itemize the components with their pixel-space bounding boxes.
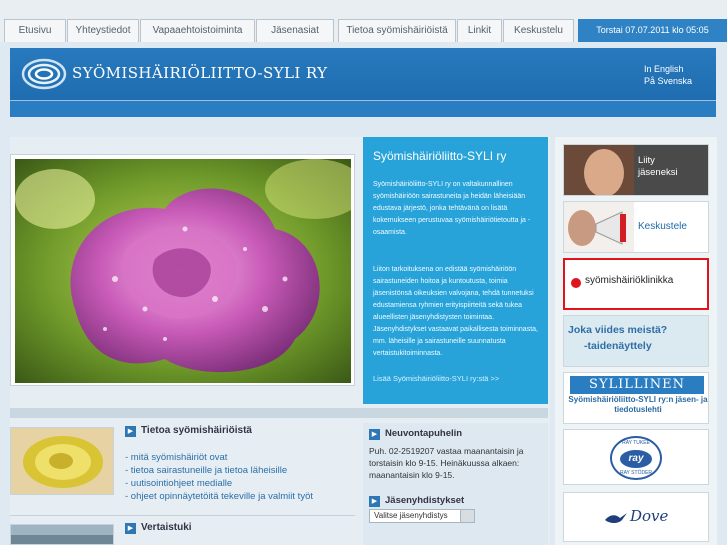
info-link-media[interactable]: - uutisointiohjeet medialle <box>125 478 232 489</box>
clinic-dot-icon <box>571 278 581 288</box>
tab-linkit[interactable]: Linkit <box>457 19 502 42</box>
news-box: ▶ Neuvontapuhelin Puh. 02-2519207 vastaa… <box>363 423 548 545</box>
logo-text[interactable]: SYÖMISHÄIRIÖLIITTO-SYLI RY <box>72 64 327 82</box>
section-title-peer[interactable]: Vertaistuki <box>141 522 192 533</box>
intro-paragraph-1: Syömishäiriöliitto-SYLI ry on valtakunna… <box>373 181 531 236</box>
section-arrow-icon: ▶ <box>369 496 380 507</box>
ray-top-text: RAY TUKEE <box>622 440 650 446</box>
info-link-what[interactable]: - mitä syömishäiriöt ovat <box>125 452 227 463</box>
ray-logo-icon: RAY TUKEE ray RAY STÖDER <box>610 436 662 480</box>
top-navigation: Etusivu Yhteystiedot Vapaaehtoistoiminta… <box>0 0 727 42</box>
megaphone-image <box>564 202 634 252</box>
ad-join-member[interactable]: Liity jäseneksi <box>563 144 709 196</box>
section-divider <box>10 408 548 418</box>
info-thumbnail[interactable] <box>10 427 114 495</box>
info-link-patients-relatives[interactable]: - tietoa sairastuneille ja tietoa läheis… <box>125 465 287 476</box>
tab-vapaaehtoistoiminta[interactable]: Vapaaehtoistoiminta <box>140 19 255 42</box>
section-arrow-icon: ▶ <box>369 429 380 440</box>
select-arrow-icon[interactable] <box>460 510 474 522</box>
member-associations-title: Jäsenyhdistykset <box>385 495 465 506</box>
section-title-info[interactable]: Tietoa syömishäiriöistä <box>141 425 252 436</box>
tab-jasenasiat[interactable]: Jäsenasiat <box>256 19 334 42</box>
ad-join-text: Liity jäseneksi <box>638 155 678 178</box>
yellow-flower-image <box>11 428 113 494</box>
header-strip <box>10 100 716 117</box>
language-link-english[interactable]: In English <box>644 64 684 74</box>
news-body: Puh. 02-2519207 vastaa maanantaisin ja t… <box>369 446 524 480</box>
member-association-select[interactable]: Valitse jäsenyhdistys <box>369 509 475 523</box>
ad-clinic-text: syömishäiriöklinikka <box>585 275 674 286</box>
woman-face-image <box>564 145 708 195</box>
site-header: SYÖMISHÄIRIÖLIITTO-SYLI RY In English På… <box>10 48 716 100</box>
logo-icon[interactable] <box>20 56 68 92</box>
ad-dove[interactable]: Dove <box>563 492 709 542</box>
tab-keskustelu[interactable]: Keskustelu <box>503 19 574 42</box>
ad-dove-text: Dove <box>630 507 669 525</box>
section-arrow-icon: ▶ <box>125 523 136 534</box>
peer-thumbnail[interactable] <box>10 524 114 545</box>
section-arrow-icon: ▶ <box>125 426 136 437</box>
intro-read-more-link[interactable]: Lisää Syömishäiriöliitto-SYLI ry:stä >> <box>373 374 499 383</box>
ray-bottom-text: RAY STÖDER <box>619 470 653 476</box>
ad-exhibition-line2: -taidenäyttely <box>584 340 652 352</box>
ray-mid-text: ray <box>620 450 652 468</box>
ad-exhibition-line1: Joka viides meistä? <box>568 324 668 336</box>
ad-art-exhibition[interactable]: Joka viides meistä? -taidenäyttely <box>563 315 709 367</box>
tab-etusivu[interactable]: Etusivu <box>4 19 66 42</box>
ad-discuss-text: Keskustele <box>638 221 687 232</box>
intro-paragraph-2: Liiton tarkoituksena on edistää syömishä… <box>373 266 538 357</box>
ad-sylillinen-title: SYLILLINEN <box>570 376 704 394</box>
news-title: Neuvontapuhelin <box>385 428 463 439</box>
language-link-swedish[interactable]: På Svenska <box>644 76 692 86</box>
flower-image <box>15 159 351 383</box>
ad-clinic[interactable]: syömishäiriöklinikka <box>563 258 709 310</box>
dove-bird-icon <box>605 513 627 523</box>
tab-tietoa-syomishairioista[interactable]: Tietoa syömishäiriöistä <box>338 19 456 42</box>
tab-yhteystiedot[interactable]: Yhteystiedot <box>67 19 139 42</box>
right-ad-column: Liity jäseneksi Keskustele syömishäiriök… <box>555 137 717 545</box>
ad-sylillinen[interactable]: SYLILLINEN Syömishäiriöliitto-SYLI ry:n … <box>563 372 709 424</box>
divider <box>10 515 355 516</box>
select-value: Valitse jäsenyhdistys <box>374 511 448 520</box>
date-time-display: Torstai 07.07.2011 klo 05:05 <box>578 19 727 42</box>
intro-box: Syömishäiriöliitto-SYLI ry Syömishäiriöl… <box>363 137 548 404</box>
hero-image-frame <box>10 154 355 386</box>
intro-title: Syömishäiriöliitto-SYLI ry <box>373 149 507 163</box>
peer-image <box>11 525 113 544</box>
ad-raytuki[interactable]: RAY TUKEE ray RAY STÖDER <box>563 429 709 485</box>
ad-sylillinen-sub: Syömishäiriöliitto-SYLI ry:n jäsen- ja t… <box>568 395 708 414</box>
info-link-theses[interactable]: - ohjeet opinnäytetöitä tekeville ja val… <box>125 491 313 502</box>
ad-discuss[interactable]: Keskustele <box>563 201 709 253</box>
